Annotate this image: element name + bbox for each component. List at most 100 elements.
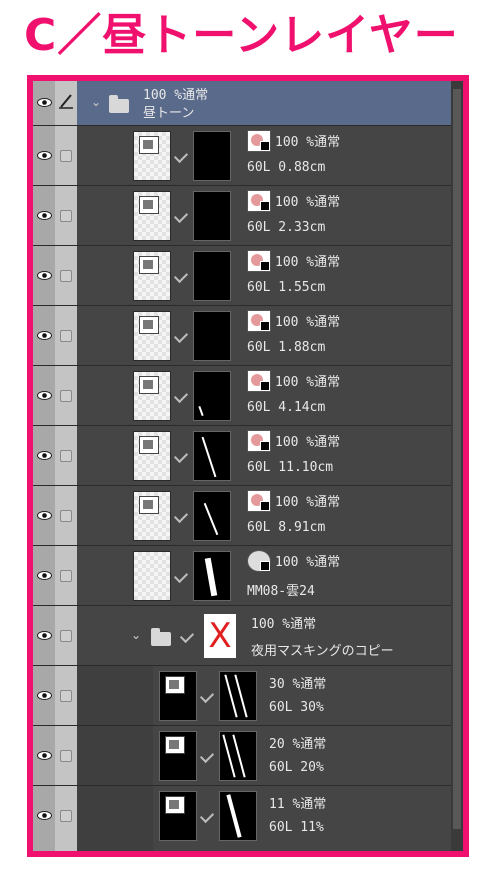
mask-thumbnail <box>193 551 231 601</box>
chevron-down-icon[interactable]: ⌄ <box>131 628 141 642</box>
layer-row[interactable]: 100 %通常 60L 2.33cm <box>33 186 451 246</box>
folder-icon <box>151 628 171 646</box>
layer-thumbnail <box>133 311 171 361</box>
eye-icon[interactable] <box>37 511 52 520</box>
layer-blend: 100 %通常 <box>275 315 341 330</box>
tone-layer-icon <box>247 490 271 512</box>
scrollbar[interactable] <box>450 81 463 851</box>
mask-stroke <box>201 436 217 478</box>
layer-thumbnail <box>159 671 197 721</box>
layer-thumbnail <box>133 191 171 241</box>
layer-thumbnail <box>159 731 197 781</box>
eye-icon[interactable] <box>37 271 52 280</box>
mask-thumbnail <box>193 251 231 301</box>
mask-thumbnail <box>193 131 231 181</box>
layer-thumbnail <box>159 791 197 841</box>
layer-thumbnail <box>133 431 171 481</box>
mask-thumbnail <box>193 431 231 481</box>
tone-mini-icon <box>139 496 159 514</box>
layer-blend: 100 %通常 <box>275 495 341 510</box>
eye-icon[interactable] <box>37 331 52 340</box>
layer-info: 60L 2.33cm <box>247 220 326 235</box>
eye-icon[interactable] <box>37 211 52 220</box>
lock-checkbox[interactable] <box>60 510 72 522</box>
layer-info: 60L 8.91cm <box>247 520 326 535</box>
mask-thumbnail <box>193 311 231 361</box>
eye-icon[interactable] <box>37 691 52 700</box>
lock-checkbox[interactable] <box>60 330 72 342</box>
pen-icon[interactable] <box>58 93 74 109</box>
layer-thumbnail <box>133 491 171 541</box>
layer-blend: 100 %通常 <box>275 435 341 450</box>
layer-row[interactable]: 100 %通常 60L 4.14cm <box>33 366 451 426</box>
sublayer-info: 60L 30% <box>269 700 324 715</box>
lock-checkbox[interactable] <box>60 210 72 222</box>
disabled-mask-icon: X <box>203 613 237 659</box>
eye-icon[interactable] <box>37 751 52 760</box>
subfolder-row[interactable]: ⌄ X 100 %通常 夜用マスキングのコピー <box>33 606 451 666</box>
eye-icon[interactable] <box>37 631 52 640</box>
tone-mini-icon <box>139 136 159 154</box>
mask-thumbnail <box>193 191 231 241</box>
lock-checkbox[interactable] <box>60 630 72 642</box>
sublayer-row[interactable]: 30 %通常 60L 30% <box>33 666 451 726</box>
tone-mini-icon <box>139 256 159 274</box>
mask-stroke <box>226 794 242 838</box>
subfolder-blend: 100 %通常 <box>251 617 317 632</box>
lock-checkbox[interactable] <box>60 450 72 462</box>
eye-icon[interactable] <box>37 98 52 107</box>
indent <box>77 786 153 851</box>
lock-checkbox[interactable] <box>60 390 72 402</box>
eye-icon[interactable] <box>37 151 52 160</box>
layer-row[interactable]: 100 %通常 60L 0.88cm <box>33 126 451 186</box>
sublayer-blend: 20 %通常 <box>269 737 327 752</box>
sublayer-row[interactable]: 20 %通常 60L 20% <box>33 726 451 786</box>
lock-checkbox[interactable] <box>60 750 72 762</box>
lock-checkbox[interactable] <box>60 690 72 702</box>
eye-icon[interactable] <box>37 571 52 580</box>
folder-icon <box>109 95 129 113</box>
tone-mini-icon <box>165 796 185 814</box>
tone-mini-icon <box>139 436 159 454</box>
sublayer-info: 60L 11% <box>269 820 324 835</box>
subfolder-name: 夜用マスキングのコピー <box>251 644 394 659</box>
layer-row[interactable]: 100 %通常 60L 1.88cm <box>33 306 451 366</box>
layer-info: 60L 1.55cm <box>247 280 326 295</box>
mask-thumbnail <box>219 791 257 841</box>
folder-name: 昼トーン <box>143 106 195 121</box>
eye-icon[interactable] <box>37 391 52 400</box>
layer-panel-frame: ⌄ 100 %通常 昼トーン 100 %通常 60L 0.88cm 100 %通… <box>27 75 469 857</box>
lock-checkbox[interactable] <box>60 570 72 582</box>
lock-checkbox[interactable] <box>60 150 72 162</box>
layer-info: 60L 4.14cm <box>247 400 326 415</box>
tone-layer-icon <box>247 430 271 452</box>
layer-row[interactable]: 100 %通常 60L 8.91cm <box>33 486 451 546</box>
mask-thumbnail <box>219 731 257 781</box>
layer-row[interactable]: 100 %通常 60L 1.55cm <box>33 246 451 306</box>
lock-checkbox[interactable] <box>60 810 72 822</box>
folder-blend: 100 %通常 <box>143 88 209 103</box>
layer-thumbnail <box>133 371 171 421</box>
mask-thumbnail <box>219 671 257 721</box>
tone-mini-icon <box>139 376 159 394</box>
chevron-down-icon[interactable]: ⌄ <box>91 95 101 109</box>
sublayer-row[interactable]: 11 %通常 60L 11% <box>33 786 451 851</box>
layer-row[interactable]: 100 %通常 MM08-雲24 <box>33 546 451 606</box>
lock-checkbox[interactable] <box>60 270 72 282</box>
layer-blend: 100 %通常 <box>275 195 341 210</box>
indent <box>77 666 153 725</box>
eye-icon[interactable] <box>37 451 52 460</box>
scrollbar-thumb[interactable] <box>453 89 461 829</box>
tone-mini-icon <box>139 316 159 334</box>
mask-thumbnail <box>193 491 231 541</box>
layer-thumbnail <box>133 131 171 181</box>
row-body <box>77 81 451 125</box>
eye-icon[interactable] <box>37 811 52 820</box>
tone-mini-icon <box>139 196 159 214</box>
layer-folder-row[interactable]: ⌄ 100 %通常 昼トーン <box>33 81 451 126</box>
mask-thumbnail <box>193 371 231 421</box>
sublayer-blend: 11 %通常 <box>269 797 327 812</box>
layer-row[interactable]: 100 %通常 60L 11.10cm <box>33 426 451 486</box>
mask-stroke <box>203 502 219 536</box>
indent <box>77 726 153 785</box>
